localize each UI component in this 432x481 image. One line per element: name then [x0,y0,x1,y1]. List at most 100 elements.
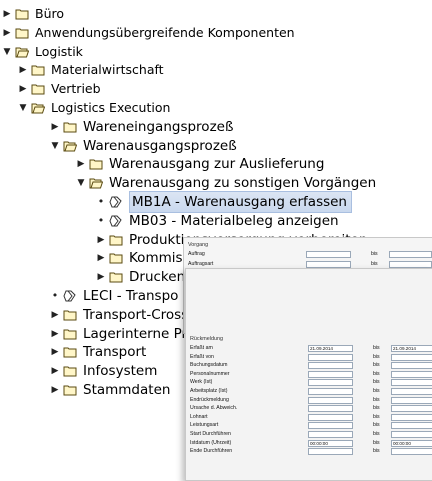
to-input[interactable] [391,448,432,456]
from-input[interactable] [308,431,353,438]
tree-item-label: Materialwirtschaft [51,62,164,78]
to-input[interactable] [391,413,432,421]
from-input[interactable] [308,413,353,421]
to-input[interactable] [391,388,432,395]
field-label: Buchungsdatum [190,362,228,369]
form-row: Auftragsart bis [188,260,432,268]
tree-item-wareneingang[interactable]: ▶ Wareneingangsprozeß [50,117,234,137]
collapsed-arrow-icon[interactable]: ▶ [50,305,60,325]
to-input[interactable] [391,396,432,404]
bis-label: bis [373,431,380,437]
collapsed-arrow-icon[interactable]: ▶ [50,380,60,400]
form-row: Auftrag bis [188,251,432,258]
tree-item-mb03[interactable]: • MB03 - Materialbeleg anzeigen [96,211,339,231]
folder-icon [89,159,103,170]
field-label: Arbeitsplatz (Ist) [190,388,228,394]
folder-icon [109,272,123,283]
form-row: Istdatum (Uhrzeit) 00:00:00 bis 00:00:00 [190,439,432,447]
collapsed-arrow-icon[interactable]: ▶ [18,60,28,80]
tree-item-lagerinterne[interactable]: ▶ Lagerinterne Proz [50,324,203,344]
from-input[interactable] [308,362,353,370]
from-input[interactable] [308,405,353,413]
field-label: Endrückmeldung [190,396,229,403]
to-input[interactable]: 21.09.2014 [391,345,432,352]
from-input[interactable]: 21.09.2014 [308,345,353,352]
collapsed-arrow-icon[interactable]: ▶ [96,248,106,268]
from-input[interactable]: 00:00:00 [308,439,353,447]
to-input[interactable] [389,251,432,258]
to-input[interactable]: 00:00:00 [391,439,432,447]
folder-icon [109,235,123,246]
folder-icon [63,329,77,340]
field-label: Erfaßt von [190,353,214,360]
collapsed-arrow-icon[interactable]: ▶ [96,230,106,250]
tree-item-stammdaten[interactable]: ▶ Stammdaten [50,380,171,400]
from-input[interactable] [306,260,351,268]
to-input[interactable] [389,260,432,268]
rueckmeldung-title: Rückmeldung [190,336,223,342]
tree-item-vertrieb[interactable]: ▶ Vertrieb [18,79,101,99]
collapsed-arrow-icon[interactable]: ▶ [96,267,106,287]
collapsed-arrow-icon[interactable]: ▶ [50,324,60,344]
open-folder-icon [15,47,29,58]
from-input[interactable] [308,388,353,395]
transaction-icon [109,196,122,208]
from-input[interactable] [308,370,353,378]
to-input[interactable] [391,422,432,430]
collapsed-arrow-icon[interactable]: ▶ [18,79,28,99]
tree-item-leci[interactable]: • LECI - Transpo [50,286,179,306]
form-row: Personalnummer bis [190,370,432,378]
tree-item-warenausgang[interactable]: ▼ Warenausgangsprozeß [50,136,237,156]
tree-item-logistics-execution[interactable]: ▼ Logistics Execution [18,98,171,118]
from-input[interactable] [308,422,353,430]
tree-item-infosystem[interactable]: ▶ Infosystem [50,361,158,381]
tree-item-materialwirtschaft[interactable]: ▶ Materialwirtschaft [18,60,164,80]
tree-item-transport[interactable]: ▶ Transport [50,342,147,362]
expanded-arrow-icon[interactable]: ▼ [2,42,12,62]
form-row: Endrückmeldung bis [190,396,432,404]
from-input[interactable] [306,251,351,258]
form-row: Buchungsdatum bis [190,362,432,370]
form-row: Start Durchführen bis [190,431,432,438]
form-row: Leistungsart bis [190,422,432,430]
bis-label: bis [373,448,380,455]
form-row: Ende Durchführen bis [190,448,432,456]
tree-item-wa-auslieferung[interactable]: ▶ Warenausgang zur Auslieferung [76,154,325,174]
expanded-arrow-icon[interactable]: ▼ [18,98,28,118]
collapsed-arrow-icon[interactable]: ▶ [2,4,12,24]
collapsed-arrow-icon[interactable]: ▶ [76,154,86,174]
collapsed-arrow-icon[interactable]: ▶ [50,117,60,137]
field-label: Ursache d. Abweich. [190,405,238,412]
tree-item-mb1a[interactable]: • MB1A - Warenausgang erfassen [96,191,352,213]
to-input[interactable] [391,379,432,387]
tree-item-transport-cross[interactable]: ▶ Transport-Cross-D [50,305,204,325]
folder-icon [109,253,123,264]
to-input[interactable] [391,405,432,413]
to-input[interactable] [391,370,432,378]
tree-item-label: Anwendungsübergreifende Komponenten [35,24,295,40]
bis-label: bis [373,388,380,394]
folder-icon [63,366,77,377]
folder-icon [63,122,77,133]
tree-item-buero[interactable]: ▶ Büro [2,4,64,24]
expanded-arrow-icon[interactable]: ▼ [76,173,86,193]
collapsed-arrow-icon[interactable]: ▶ [50,361,60,381]
to-input[interactable] [391,431,432,438]
from-input[interactable] [308,396,353,404]
bis-label: bis [373,353,380,360]
tree-item-anwendung[interactable]: ▶ Anwendungsübergreifende Komponenten [2,23,295,43]
tree-item-label: MB1A - Warenausgang erfassen [129,191,352,213]
folder-icon [63,310,77,321]
collapsed-arrow-icon[interactable]: ▶ [50,342,60,362]
tree-item-label: Büro [35,6,65,21]
from-input[interactable] [308,353,353,361]
field-label: Start Durchführen [190,431,231,437]
to-input[interactable] [391,362,432,370]
tree-item-logistik[interactable]: ▼ Logistik [2,42,83,62]
expanded-arrow-icon[interactable]: ▼ [50,136,60,156]
from-input[interactable] [308,448,353,456]
collapsed-arrow-icon[interactable]: ▶ [2,23,12,43]
to-input[interactable] [391,353,432,361]
folder-icon [31,65,45,76]
from-input[interactable] [308,379,353,387]
